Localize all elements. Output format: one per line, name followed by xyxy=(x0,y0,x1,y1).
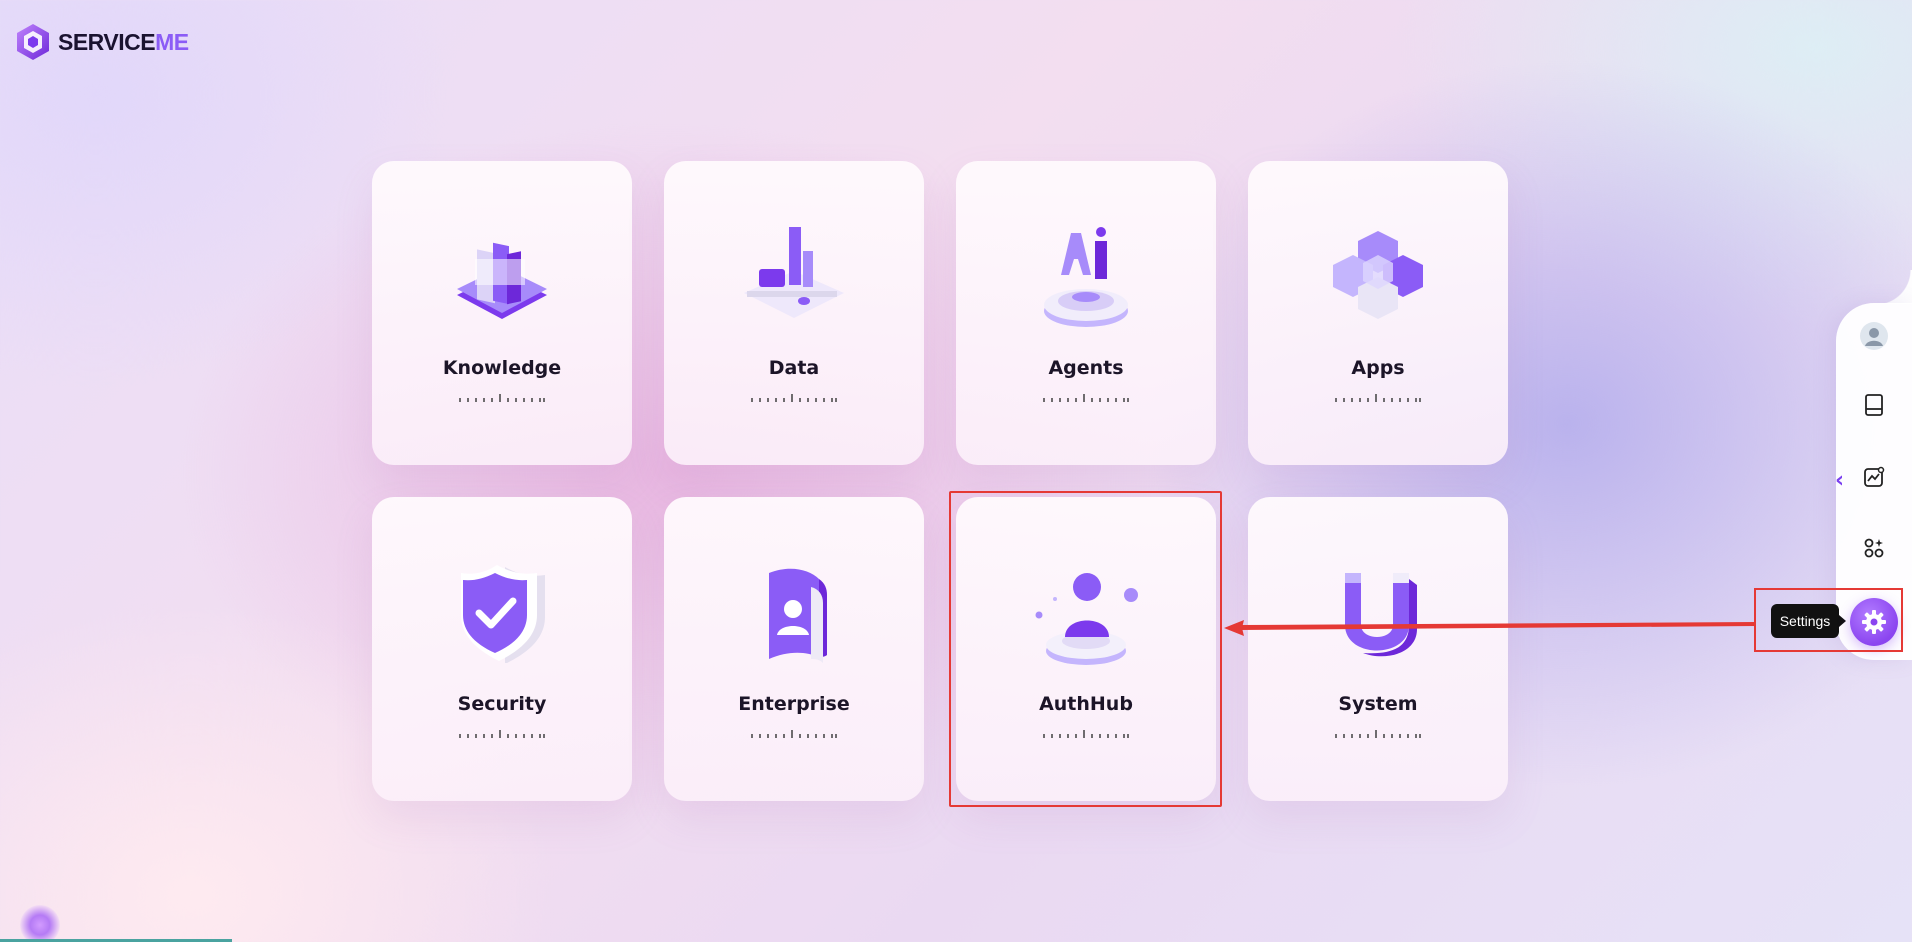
card-dots-decoration xyxy=(751,394,837,402)
settings-tooltip: Settings xyxy=(1771,604,1846,638)
card-dots-decoration xyxy=(1335,394,1421,402)
sidebar-item-knowledge[interactable] xyxy=(1858,389,1890,421)
bar-chart-icon xyxy=(744,227,844,318)
card-dots-decoration xyxy=(459,394,545,402)
card-knowledge[interactable]: Knowledge xyxy=(372,161,632,465)
card-title: Security xyxy=(457,693,547,715)
user-avatar[interactable] xyxy=(1858,320,1890,352)
ai-agent-icon xyxy=(1044,227,1128,327)
card-enterprise[interactable]: Enterprise xyxy=(664,497,924,801)
app-logo[interactable]: SERVICEME xyxy=(14,22,189,62)
card-title: Enterprise xyxy=(738,693,850,715)
sidebar-curve xyxy=(1876,270,1912,304)
chart-icon xyxy=(1864,466,1885,487)
card-agents[interactable]: Agents xyxy=(956,161,1216,465)
books-icon xyxy=(457,242,547,319)
brand-name: SERVICEME xyxy=(58,29,189,56)
card-title: Data xyxy=(768,357,820,379)
card-data[interactable]: Data xyxy=(664,161,924,465)
settings-button[interactable] xyxy=(1850,598,1898,646)
cubes-icon xyxy=(1333,231,1423,319)
card-security[interactable]: Security xyxy=(372,497,632,801)
sidebar-collapse-button[interactable]: ‹ xyxy=(1835,469,1851,493)
card-title: System xyxy=(1338,693,1418,715)
card-title: Knowledge xyxy=(442,357,562,379)
avatar-icon xyxy=(1860,322,1888,350)
book-icon xyxy=(1865,394,1883,416)
card-dots-decoration xyxy=(459,730,545,738)
user-auth-icon xyxy=(1035,573,1138,665)
sidebar-item-analytics[interactable] xyxy=(1858,461,1890,493)
card-dots-decoration xyxy=(1335,730,1421,738)
card-title: Agents xyxy=(1048,357,1124,379)
card-title: Apps xyxy=(1351,357,1405,379)
card-dots-decoration xyxy=(1043,730,1129,738)
card-title: AuthHub xyxy=(1039,693,1133,715)
enterprise-badge-icon xyxy=(769,568,827,663)
sidebar-item-apps[interactable] xyxy=(1858,532,1890,564)
gear-icon xyxy=(1862,610,1886,634)
module-grid: Knowledge Data Agents Apps Security Ente… xyxy=(372,161,1508,801)
shield-check-icon xyxy=(461,565,545,663)
card-authhub[interactable]: AuthHub xyxy=(956,497,1216,801)
magnet-icon xyxy=(1345,573,1417,657)
assistant-orb[interactable] xyxy=(20,905,60,942)
brand-name-primary: SERVICE xyxy=(58,28,156,55)
card-apps[interactable]: Apps xyxy=(1248,161,1508,465)
card-dots-decoration xyxy=(751,730,837,738)
apps-icon xyxy=(1864,538,1884,558)
card-system[interactable]: System xyxy=(1248,497,1508,801)
brand-name-accent: ME xyxy=(155,28,189,55)
logo-cube-icon xyxy=(17,24,49,60)
card-dots-decoration xyxy=(1043,394,1129,402)
